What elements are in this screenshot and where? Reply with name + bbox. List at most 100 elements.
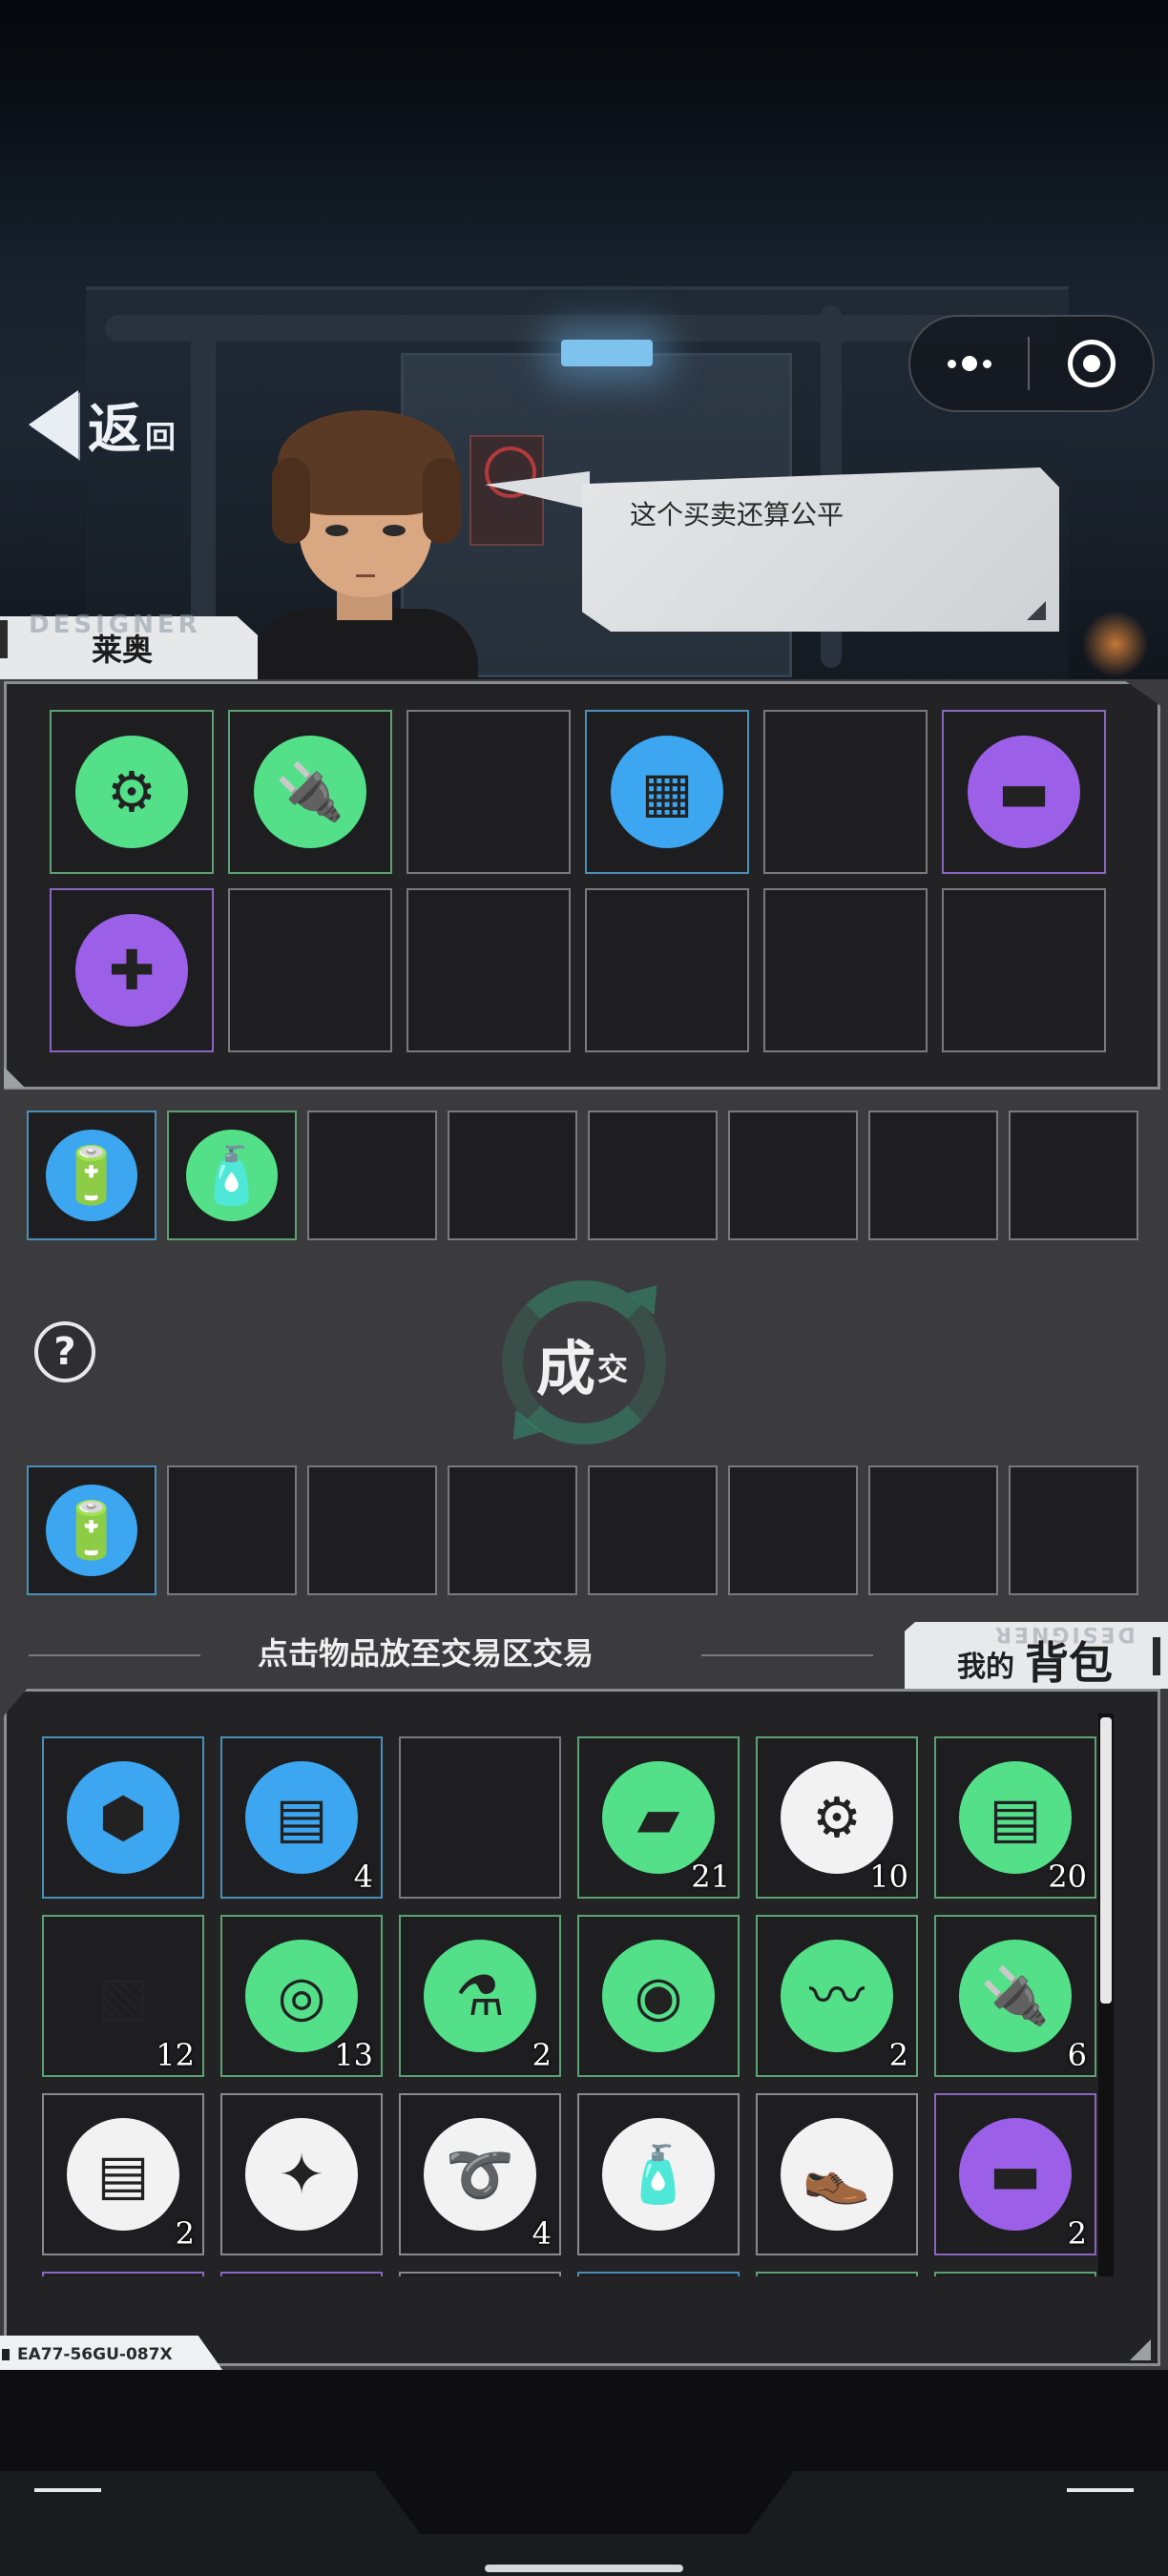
more-dots-icon <box>961 356 977 371</box>
broken-wood-icon: ▤ <box>96 2142 150 2207</box>
item-slot[interactable]: ▧ 12 <box>42 1915 204 2077</box>
item-slot[interactable]: ➰ 4 <box>399 2093 561 2255</box>
empty-slot[interactable] <box>228 888 392 1052</box>
empty-slot[interactable] <box>763 710 928 874</box>
bottom-dash <box>34 2488 101 2492</box>
empty-slot[interactable] <box>756 2272 918 2276</box>
serial-code: EA77-56GU-087X <box>17 2345 173 2364</box>
item-slot[interactable]: 🧴 <box>577 2093 740 2255</box>
bag-scrollbar-thumb[interactable] <box>1100 1717 1112 2004</box>
item-slot[interactable]: ▬ 2 <box>934 2093 1096 2255</box>
more-dots-icon <box>982 359 991 368</box>
brick-blocks-icon: ▬ <box>989 2142 1042 2207</box>
empty-slot[interactable] <box>407 888 571 1052</box>
bag-tab-label: 背包 <box>1025 1637 1113 1689</box>
speech-bubble-corner <box>1027 601 1046 620</box>
empty-slot[interactable] <box>763 888 928 1052</box>
empty-slot[interactable] <box>588 1111 718 1240</box>
trade-confirm-button[interactable]: 成 交 <box>496 1274 672 1451</box>
empty-slot[interactable] <box>728 1465 858 1595</box>
home-indicator[interactable] <box>485 2565 683 2572</box>
wood-scraps-icon: ▤ <box>275 1785 328 1850</box>
empty-slot[interactable] <box>934 2272 1096 2276</box>
glue-bottle-icon: 🧴 <box>623 2142 694 2207</box>
empty-slot[interactable] <box>1009 1465 1138 1595</box>
item-slot[interactable]: ▤ 4 <box>220 1736 383 1899</box>
empty-slot[interactable] <box>1009 1111 1138 1240</box>
item-slot[interactable]: ⚙ 10 <box>756 1736 918 1899</box>
back-arrow-icon <box>29 390 78 459</box>
back-label: 返 <box>88 397 141 461</box>
trade-hint: 点击物品放至交易区交易 <box>258 1635 594 1672</box>
wires-icon: 〰 <box>808 1963 866 2028</box>
medicine-bottle-icon: ✚ <box>108 938 156 1003</box>
item-slot[interactable]: ▦ <box>585 710 749 874</box>
gears-icon: ⚙ <box>812 1785 862 1850</box>
back-label-small: 回 <box>145 419 177 455</box>
empty-slot[interactable] <box>585 888 749 1052</box>
item-slot[interactable]: ◉ <box>577 1915 740 2077</box>
item-slot[interactable]: 👞 <box>756 2093 918 2255</box>
cloth-icon: ▧ <box>96 1963 150 2028</box>
npc-avatar <box>243 391 482 695</box>
empty-slot[interactable] <box>42 2272 204 2276</box>
item-slot[interactable]: 〰 2 <box>756 1915 918 2077</box>
back-button[interactable]: 返 回 <box>29 382 210 467</box>
empty-slot[interactable] <box>868 1111 998 1240</box>
mini-program-capsule <box>908 315 1155 412</box>
speech-bubble-tail <box>485 471 590 509</box>
item-slot[interactable]: 🔋 <box>27 1111 156 1240</box>
empty-slot[interactable] <box>167 1465 297 1595</box>
item-quantity: 20 <box>1048 1859 1087 1895</box>
item-slot[interactable]: ✚ <box>50 888 214 1052</box>
empty-slot[interactable] <box>220 2272 383 2276</box>
empty-slot[interactable] <box>399 2272 561 2276</box>
item-slot[interactable]: 🔌 6 <box>934 1915 1096 2077</box>
item-slot[interactable]: ⬢ <box>42 1736 204 1899</box>
item-slot[interactable]: 🧴 <box>167 1111 297 1240</box>
empty-slot[interactable] <box>307 1465 437 1595</box>
tape-roll-icon: ◎ <box>277 1963 326 2028</box>
help-button[interactable]: ? <box>34 1321 95 1382</box>
panel-corner <box>1130 2339 1151 2360</box>
empty-slot[interactable] <box>577 2272 740 2276</box>
bag-tab-label-small: 我的 <box>957 1651 1014 1684</box>
npc-name: 莱奥 <box>92 632 154 668</box>
empty-slot[interactable] <box>448 1465 577 1595</box>
npc-dialogue-text: 这个买卖还算公平 <box>630 499 845 530</box>
brick-blocks-icon: ▬ <box>997 759 1051 824</box>
empty-slot[interactable] <box>728 1111 858 1240</box>
close-button[interactable] <box>1030 317 1153 410</box>
water-bottle-icon: 🧴 <box>197 1143 267 1208</box>
more-dots-icon <box>947 359 956 368</box>
divider <box>701 1654 873 1656</box>
item-slot[interactable]: ▰ 21 <box>577 1736 740 1899</box>
empty-slot[interactable] <box>399 1736 561 1899</box>
circuit-board-icon: ▦ <box>640 759 694 824</box>
bag-tab-bar <box>1153 1637 1160 1675</box>
metal-ingot-icon: ▰ <box>636 1785 680 1850</box>
item-quantity: 2 <box>532 2037 552 2073</box>
item-slot[interactable]: ▤ 2 <box>42 2093 204 2255</box>
item-slot[interactable]: ▬ <box>942 710 1106 874</box>
empty-slot[interactable] <box>868 1465 998 1595</box>
empty-slot[interactable] <box>588 1465 718 1595</box>
more-button[interactable] <box>910 317 1028 410</box>
item-slot[interactable]: ▤ 20 <box>934 1736 1096 1899</box>
empty-slot[interactable] <box>942 888 1106 1052</box>
old-shoes-icon: 👞 <box>802 2142 872 2207</box>
empty-slot[interactable] <box>448 1111 577 1240</box>
empty-slot[interactable] <box>307 1111 437 1240</box>
empty-slot[interactable] <box>407 710 571 874</box>
item-slot[interactable]: ✦ <box>220 2093 383 2255</box>
holographic-disc-icon: ◉ <box>634 1963 683 2028</box>
battery-icon: 🔋 <box>56 1143 127 1208</box>
item-slot[interactable]: ⚗ 2 <box>399 1915 561 2077</box>
serial-tag-bar <box>2 2349 10 2360</box>
item-slot[interactable]: 🔌 <box>228 710 392 874</box>
item-slot[interactable]: ◎ 13 <box>220 1915 383 2077</box>
item-quantity: 10 <box>869 1859 908 1895</box>
target-icon <box>1067 340 1116 387</box>
item-slot[interactable]: 🔋 <box>27 1465 156 1595</box>
item-slot[interactable]: ⚙ <box>50 710 214 874</box>
